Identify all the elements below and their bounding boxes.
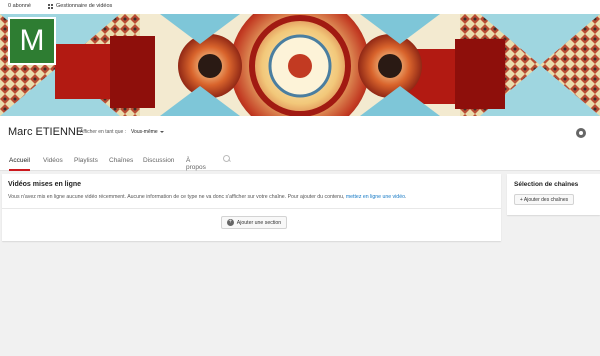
- empty-message-suffix: .: [404, 194, 407, 200]
- channel-header: Marc ETIENNE Afficher en tant que : Vous…: [0, 116, 600, 171]
- add-section-label: Ajouter une section: [236, 219, 282, 226]
- section-title: Vidéos mises en ligne: [8, 181, 82, 188]
- section-divider: [2, 208, 501, 209]
- tab-discussion[interactable]: Discussion: [143, 150, 174, 171]
- add-channels-button[interactable]: + Ajouter des chaînes: [514, 194, 574, 205]
- tab-chaines[interactable]: Chaînes: [109, 150, 133, 171]
- video-manager-link[interactable]: Gestionnaire de vidéos: [48, 3, 112, 9]
- tab-a-propos[interactable]: À propos: [186, 150, 206, 171]
- plus-icon: +: [226, 219, 234, 226]
- subscriber-count: 0 abonné: [8, 3, 31, 9]
- featured-channels-panel: Sélection de chaînes + Ajouter des chaîn…: [507, 174, 600, 215]
- video-manager-icon: [48, 3, 54, 9]
- top-bar: 0 abonné Gestionnaire de vidéos: [0, 0, 600, 14]
- tab-playlists[interactable]: Playlists: [74, 150, 98, 171]
- channel-banner-art: [0, 14, 600, 116]
- chevron-down-icon: [159, 130, 164, 133]
- search-icon[interactable]: [223, 155, 231, 163]
- featured-channels-title: Sélection de chaînes: [514, 181, 579, 188]
- empty-message-text: Vous n'avez mis en ligne aucune vidéo ré…: [8, 194, 346, 200]
- avatar-letter: M: [19, 24, 45, 57]
- gear-icon[interactable]: [576, 128, 586, 138]
- channel-name[interactable]: Marc ETIENNE: [8, 126, 83, 138]
- upload-video-link[interactable]: mettez en ligne une vidéo: [346, 194, 405, 200]
- tab-videos[interactable]: Vidéos: [43, 150, 63, 171]
- empty-message: Vous n'avez mis en ligne aucune vidéo ré…: [8, 194, 406, 200]
- tab-accueil[interactable]: Accueil: [9, 150, 30, 171]
- view-as-label: Afficher en tant que :: [80, 129, 127, 135]
- view-as-value: Vous-même: [131, 129, 158, 135]
- channel-avatar[interactable]: M: [8, 17, 56, 65]
- uploaded-videos-section: Vidéos mises en ligne Vous n'avez mis en…: [2, 174, 501, 241]
- channel-banner: [0, 14, 600, 116]
- video-manager-label: Gestionnaire de vidéos: [56, 3, 113, 9]
- add-section-button[interactable]: + Ajouter une section: [221, 216, 287, 229]
- view-as-dropdown[interactable]: Vous-même: [131, 129, 164, 135]
